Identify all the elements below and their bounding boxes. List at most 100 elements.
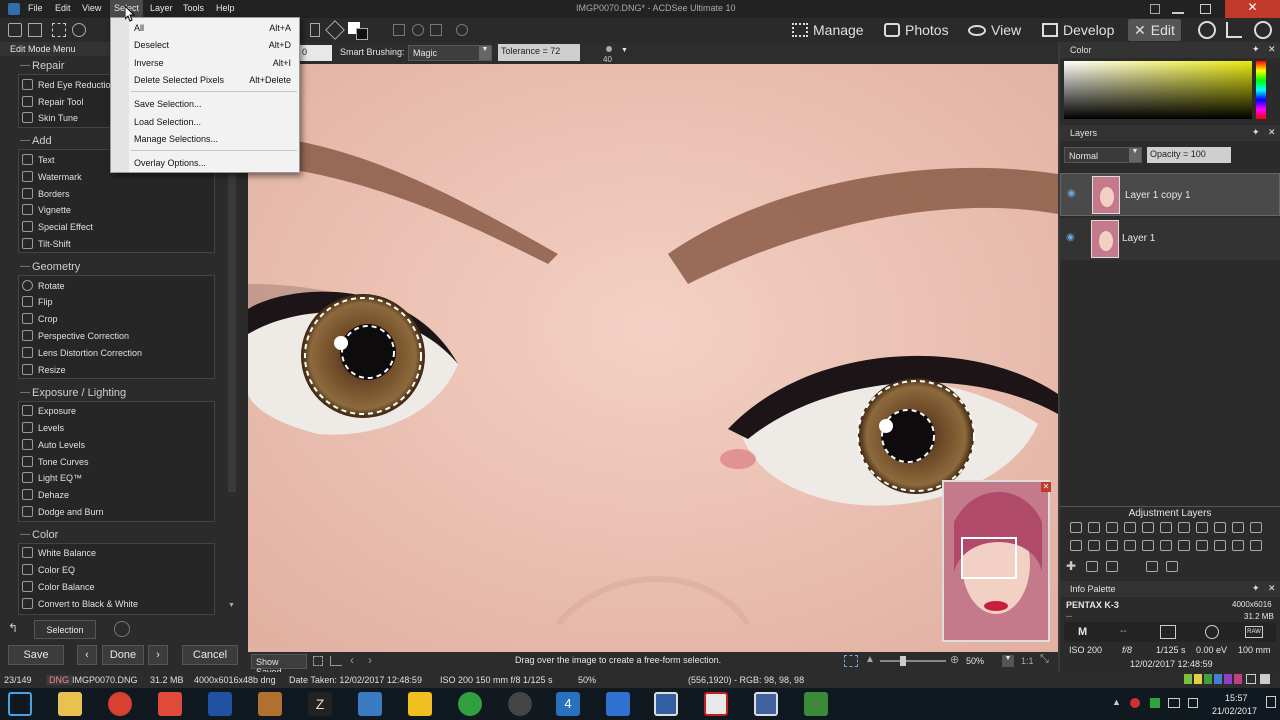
navigator-thumbnail[interactable]: ✕	[942, 480, 1051, 642]
show-saved-button[interactable]: Show Saved	[251, 654, 307, 677]
menu-file[interactable]: File	[28, 3, 43, 13]
lasso-tool-icon[interactable]	[72, 23, 86, 37]
menu-item-overlay-options[interactable]: Overlay Options...	[131, 155, 297, 171]
close-icon[interactable]: ✕	[1041, 482, 1051, 492]
color-picker-field[interactable]	[1064, 61, 1252, 119]
drop-adj-icon[interactable]	[1124, 540, 1136, 551]
app-icon[interactable]	[8, 3, 20, 15]
tool-tilt-shift[interactable]: Tilt-Shift	[22, 236, 71, 251]
collapse-icon[interactable]: —	[20, 387, 30, 398]
white-balance-adj-icon[interactable]	[1160, 522, 1172, 533]
eyedropper-icon[interactable]	[325, 20, 345, 40]
bulb-icon[interactable]	[408, 692, 432, 716]
volume-icon[interactable]	[1188, 698, 1198, 708]
marquee-tool-icon[interactable]	[52, 23, 66, 37]
done-button[interactable]: Done	[102, 645, 144, 665]
mode-develop[interactable]: Develop	[1042, 21, 1114, 39]
vignette-adj-icon[interactable]	[1250, 522, 1262, 533]
cancel-button[interactable]: Cancel	[182, 645, 238, 665]
layer-options-icon[interactable]	[1166, 561, 1178, 572]
next-button[interactable]: ›	[148, 645, 168, 665]
scroll-down-icon[interactable]: ▼	[228, 602, 235, 609]
365-icon[interactable]	[1198, 21, 1216, 39]
pin-icon[interactable]: ✦	[1252, 127, 1260, 138]
hangouts-icon[interactable]	[458, 692, 482, 716]
collapse-icon[interactable]: —	[20, 60, 30, 71]
actual-size-button[interactable]: 1:1	[1021, 656, 1034, 666]
tool-dodge-burn[interactable]: Dodge and Burn	[22, 504, 104, 519]
brush-icon[interactable]	[310, 23, 320, 37]
collapse-icon[interactable]: —	[20, 135, 30, 146]
notifications-icon[interactable]	[1266, 696, 1276, 708]
opacity-slider[interactable]: Opacity = 100	[1147, 147, 1231, 163]
app-icon[interactable]	[508, 692, 532, 716]
panel-toggle-icon[interactable]	[1150, 4, 1160, 14]
image-canvas[interactable]: ✕	[248, 64, 1058, 652]
chevron-right-icon[interactable]: ›	[368, 653, 372, 667]
reset-icon[interactable]	[114, 621, 130, 637]
menu-help[interactable]: Help	[216, 3, 235, 13]
previous-button[interactable]: ‹	[77, 645, 97, 665]
trash-icon[interactable]	[1146, 561, 1158, 572]
close-icon[interactable]: ✕	[1268, 44, 1276, 55]
zoom-slider[interactable]	[880, 656, 946, 666]
close-icon[interactable]: ✕	[1225, 0, 1280, 18]
record-icon[interactable]	[412, 24, 424, 36]
undo-icon[interactable]: ↰	[8, 621, 32, 639]
color-balance-adj-icon[interactable]	[1196, 522, 1208, 533]
invert-adj-icon[interactable]	[1142, 540, 1154, 551]
close-icon[interactable]: ✕	[1268, 127, 1276, 138]
bw-adj-icon[interactable]	[1214, 522, 1226, 533]
hue-adj-icon[interactable]	[1232, 522, 1244, 533]
posterize-adj-icon[interactable]	[1160, 540, 1172, 551]
chevron-left-icon[interactable]: ‹	[350, 653, 354, 667]
file-explorer-icon[interactable]	[58, 692, 82, 716]
tone-adj-icon[interactable]	[1106, 540, 1118, 551]
tool-skin-tune[interactable]: Skin Tune	[22, 110, 78, 125]
stop-icon[interactable]	[393, 24, 405, 36]
layer-row-selected[interactable]: ◉ Layer 1 copy 1	[1060, 173, 1280, 216]
mode-edit[interactable]: ✕ Edit	[1128, 19, 1181, 41]
mode-view[interactable]: View	[968, 21, 1021, 39]
background-color-swatch[interactable]	[356, 28, 368, 40]
app-icon[interactable]	[754, 692, 778, 716]
tool-repair[interactable]: Repair Tool	[22, 94, 83, 109]
tool-perspective[interactable]: Perspective Correction	[22, 328, 129, 343]
tool-text[interactable]: Text	[22, 152, 55, 167]
minimize-icon[interactable]	[1172, 4, 1184, 14]
pattern-adj-icon[interactable]	[1232, 540, 1244, 551]
tool-red-eye[interactable]: Red Eye Reduction	[22, 77, 116, 92]
close-icon[interactable]: ✕	[1268, 583, 1276, 594]
tool-color-balance[interactable]: Color Balance	[22, 579, 95, 594]
tool-tone-curves[interactable]: Tone Curves	[22, 454, 89, 469]
pin-icon[interactable]: ✦	[1252, 583, 1260, 594]
collapse-icon[interactable]: —	[20, 529, 30, 540]
search-icon[interactable]	[1254, 21, 1272, 39]
move-tool-icon[interactable]	[8, 23, 22, 37]
menu-item-deselect[interactable]: Deselect Alt+D	[131, 37, 297, 53]
visibility-eye-icon[interactable]: ◉	[1066, 232, 1075, 243]
tool-resize[interactable]: Resize	[22, 362, 66, 377]
tool-watermark[interactable]: Watermark	[22, 169, 82, 184]
levels-adj-icon[interactable]	[1088, 522, 1100, 533]
drive-icon[interactable]	[1150, 698, 1160, 708]
tool-exposure[interactable]: Exposure	[22, 403, 76, 418]
dehaze-adj-icon[interactable]	[1088, 540, 1100, 551]
acdsee-icon[interactable]	[654, 692, 678, 716]
color-labels[interactable]	[1184, 674, 1274, 686]
hue-slider[interactable]	[1256, 61, 1266, 119]
tool-white-balance[interactable]: White Balance	[22, 545, 96, 560]
tool-lens-distortion[interactable]: Lens Distortion Correction	[22, 345, 142, 360]
maximize-icon[interactable]	[1200, 4, 1211, 14]
tool-vignette[interactable]: Vignette	[22, 202, 71, 217]
zoom-out-icon[interactable]: ▲	[865, 654, 875, 665]
tool-color-eq[interactable]: Color EQ	[22, 562, 75, 577]
menu-item-manage-selections[interactable]: Manage Selections...	[131, 131, 297, 147]
blend-mode-select[interactable]: Normal ▼	[1064, 147, 1142, 163]
menu-edit[interactable]: Edit	[55, 3, 71, 13]
fit-icon[interactable]: ⤡	[1040, 653, 1049, 666]
record-icon[interactable]	[704, 692, 728, 716]
zoom-in-icon[interactable]: ⊕	[950, 653, 959, 666]
solid-adj-icon[interactable]	[1214, 540, 1226, 551]
auto-levels-adj-icon[interactable]	[1106, 522, 1118, 533]
